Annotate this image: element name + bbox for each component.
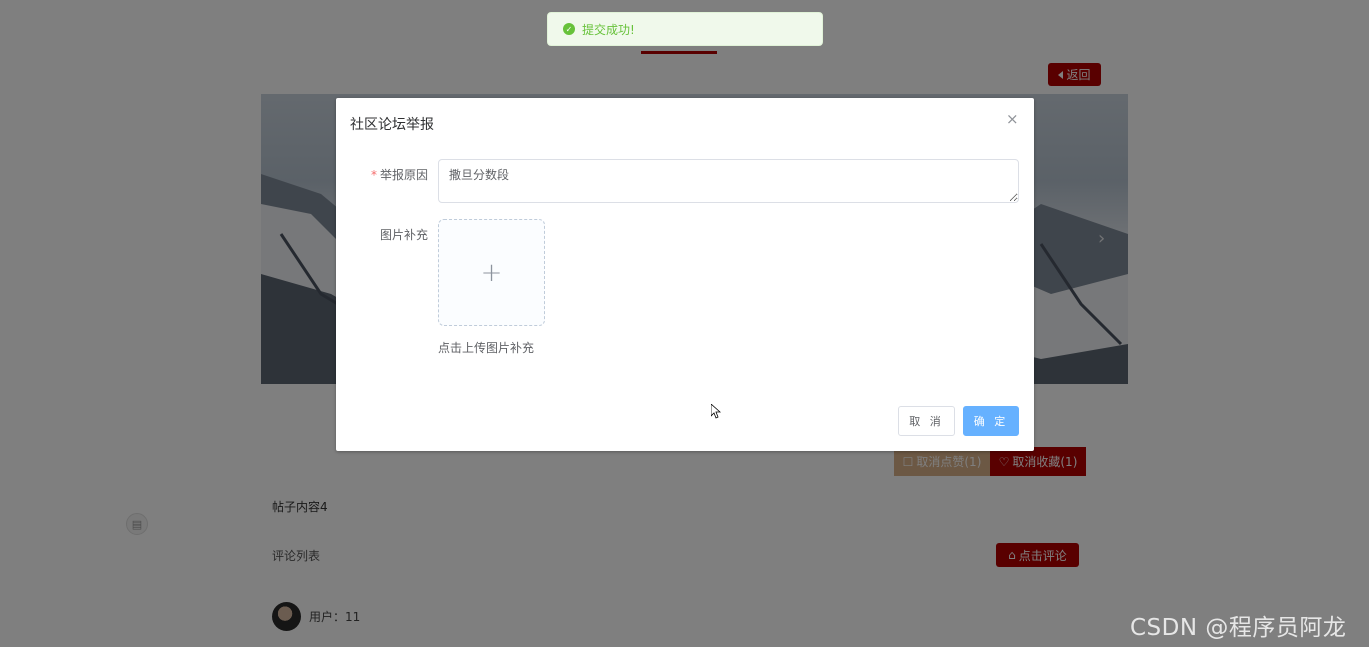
toast-message: 提交成功! bbox=[582, 22, 635, 37]
upload-tip: 点击上传图片补充 bbox=[438, 341, 535, 355]
required-mark: * bbox=[370, 168, 377, 182]
close-icon[interactable]: × bbox=[1006, 110, 1019, 128]
report-dialog: 社区论坛举报 × *举报原因 图片补充 + 点击上传图片补充 取 消 确 定 bbox=[336, 98, 1034, 451]
reason-input[interactable] bbox=[438, 159, 1019, 203]
success-toast: ✓ 提交成功! bbox=[547, 12, 823, 46]
cancel-button[interactable]: 取 消 bbox=[898, 406, 955, 436]
reason-label-text: 举报原因 bbox=[379, 168, 428, 182]
dialog-title: 社区论坛举报 bbox=[350, 117, 434, 133]
plus-icon: + bbox=[480, 257, 503, 288]
image-label: 图片补充 bbox=[379, 228, 428, 242]
image-upload-button[interactable]: + bbox=[438, 219, 545, 326]
mouse-cursor-icon bbox=[711, 404, 721, 419]
confirm-button[interactable]: 确 定 bbox=[963, 406, 1019, 436]
check-circle-icon: ✓ bbox=[563, 23, 575, 35]
reason-label: * 举报原因 bbox=[336, 166, 428, 183]
watermark: CSDN @程序员阿龙 bbox=[1130, 615, 1347, 641]
